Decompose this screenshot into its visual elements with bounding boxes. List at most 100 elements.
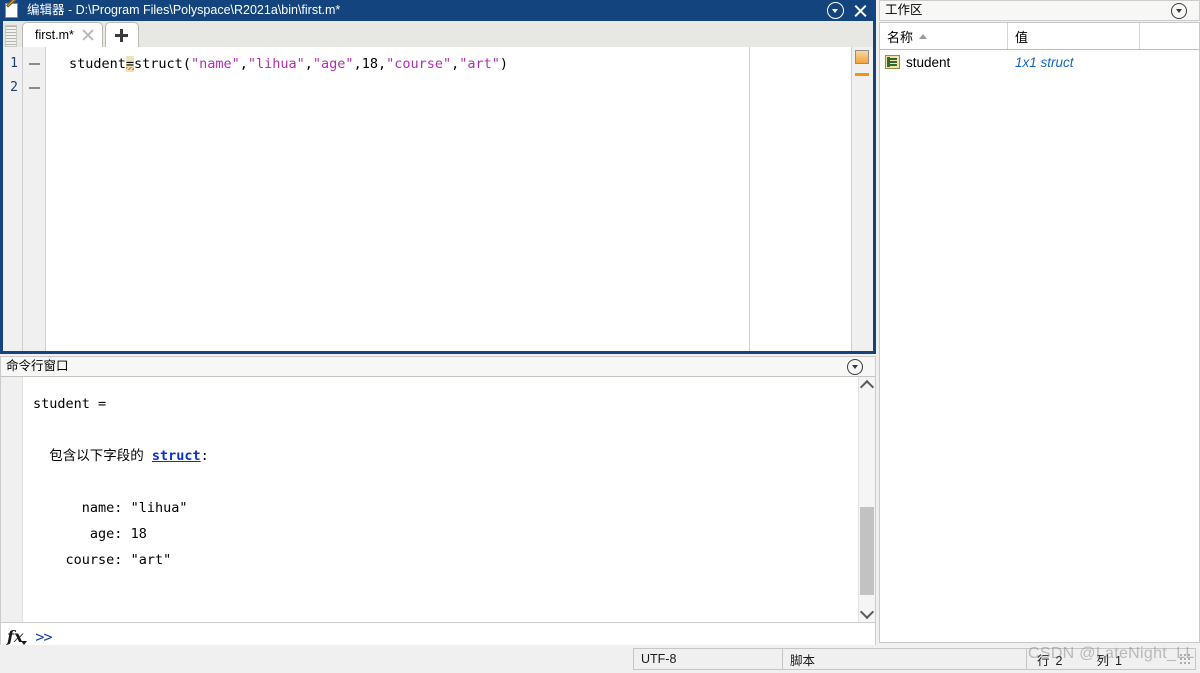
plus-icon [115, 28, 129, 42]
status-row-value: 2 [1055, 653, 1063, 668]
command-window-output[interactable]: student = 包含以下字段的 struct: name: "lihua" … [23, 377, 858, 622]
code-token-comma: , [377, 56, 387, 72]
warning-marker-icon[interactable] [855, 73, 869, 76]
editor-window: 编辑器 - D:\Program Files\Polyspace\R2021a\… [0, 0, 876, 354]
output-variable-line: student = [33, 396, 107, 412]
code-token-comma: , [353, 56, 362, 72]
editor-line-number-gutter: 1 2 [3, 47, 23, 351]
code-token-string: "age" [312, 56, 354, 72]
breakpoint-slot[interactable] [23, 76, 45, 100]
editor-breakpoint-column[interactable] [23, 47, 46, 351]
matlab-editor-icon [4, 0, 21, 19]
new-tab-button[interactable] [104, 22, 139, 47]
output-field-name: course [65, 552, 115, 568]
chevron-down-circle-icon[interactable] [847, 358, 863, 375]
output-blank-line [33, 469, 858, 495]
output-field-line: course: "art" [65, 552, 172, 568]
status-bar: UTF-8 脚本 行 2 列 1 [0, 645, 1200, 673]
status-row-label: 行 [1037, 653, 1050, 668]
output-field-value: "art" [130, 552, 172, 568]
command-window-title: 命令行窗口 [6, 359, 69, 373]
status-column-value: 1 [1114, 653, 1122, 668]
code-analyzer-column[interactable] [851, 47, 873, 351]
output-struct-suffix: : [200, 448, 209, 464]
output-field-name: name [81, 500, 115, 516]
workspace-title: 工作区 [885, 3, 923, 17]
tabstrip-drag-handle[interactable] [5, 25, 17, 47]
editor-titlebar: 编辑器 - D:\Program Files\Polyspace\R2021a\… [0, 0, 876, 21]
status-column-group: 列 1 [1096, 650, 1121, 669]
chevron-down-icon[interactable] [859, 604, 875, 622]
code-token-variable: student [69, 56, 126, 72]
code-token-string: "name" [190, 56, 240, 72]
status-row-column[interactable]: 行 2 列 1 [1026, 648, 1196, 670]
fx-function-icon[interactable]: fx [7, 627, 28, 646]
workspace-column-value[interactable]: 值 [1008, 23, 1140, 49]
code-analyzer-warning-icon[interactable] [855, 50, 869, 64]
code-token-string: "lihua" [247, 56, 305, 72]
workspace-row-student[interactable]: student 1x1 struct [880, 50, 1199, 74]
editor-tabstrip: first.m* [0, 21, 876, 47]
workspace-variable-table: 名称 值 student 1x1 struct [879, 22, 1200, 643]
executable-line-dash-icon [28, 87, 40, 89]
workspace-variable-name: student [906, 54, 951, 70]
breakpoint-slot[interactable] [23, 52, 45, 76]
struct-doc-link[interactable]: struct [152, 448, 201, 464]
output-blank-line [33, 417, 858, 443]
code-line-1[interactable]: student=struct("name","lihua","age",18,"… [46, 52, 851, 76]
status-file-type[interactable]: 脚本 [782, 648, 1027, 670]
close-icon[interactable] [853, 4, 867, 18]
editor-code-area[interactable]: student=struct("name","lihua","age",18,"… [46, 47, 851, 351]
workspace-header: 工作区 [879, 0, 1200, 21]
column-guide-line [749, 47, 750, 351]
workspace-variable-value: 1x1 struct [1015, 54, 1074, 70]
workspace-column-value-label: 值 [1015, 29, 1029, 45]
output-struct-line: 包含以下字段的 struct: [33, 443, 858, 469]
scrollbar-thumb[interactable] [860, 507, 874, 595]
close-icon[interactable] [82, 29, 95, 42]
command-window-scrollbar[interactable] [858, 377, 875, 622]
code-token-paren: ) [499, 56, 509, 72]
editor-titlebar-buttons [827, 2, 876, 19]
chevron-down-circle-icon[interactable] [1171, 2, 1187, 19]
struct-variable-icon [885, 55, 900, 69]
command-window-body: student = 包含以下字段的 struct: name: "lihua" … [0, 377, 876, 622]
output-field-value: 18 [130, 526, 147, 542]
workspace-column-name[interactable]: 名称 [880, 23, 1008, 49]
output-struct-prefix: 包含以下字段的 [33, 448, 152, 464]
line-number: 2 [10, 80, 18, 95]
status-encoding[interactable]: UTF-8 [633, 648, 783, 670]
workspace-panel: 工作区 名称 值 student 1x1 struct [879, 0, 1200, 643]
workspace-column-extra[interactable] [1140, 23, 1199, 49]
workspace-column-name-label: 名称 [887, 29, 914, 45]
code-token-number: 18 [361, 56, 378, 72]
editor-title-text: 编辑器 - D:\Program Files\Polyspace\R2021a\… [27, 3, 341, 17]
output-field-value: "lihua" [130, 500, 188, 516]
code-token-string: "course" [386, 56, 452, 72]
editor-body: 1 2 student=struct("name","lihua","age",… [0, 47, 876, 354]
sort-ascending-icon [919, 33, 928, 39]
output-field-line: name: "lihua" [81, 500, 188, 516]
code-token-string: "art" [459, 56, 500, 72]
chevron-up-icon[interactable] [859, 377, 875, 395]
output-field-line: age: 18 [89, 526, 147, 542]
executable-line-dash-icon [28, 63, 40, 65]
code-token-comma: , [304, 56, 313, 72]
editor-tab-first-m[interactable]: first.m* [22, 22, 103, 47]
status-row-group: 行 2 [1037, 650, 1062, 669]
resize-grip-icon[interactable] [1179, 653, 1192, 666]
command-window-header: 命令行窗口 [0, 356, 876, 377]
code-token-assignment: = [125, 56, 135, 72]
status-column-label: 列 [1096, 653, 1109, 668]
output-field-name: age [89, 526, 115, 542]
workspace-cell-name: student [880, 55, 1008, 70]
code-token-comma: , [239, 56, 248, 72]
code-line-2[interactable] [46, 76, 851, 100]
workspace-column-header: 名称 值 [880, 23, 1199, 50]
command-window: 命令行窗口 student = 包含以下字段的 struct: name: "l… [0, 356, 876, 651]
code-token-function: struct( [134, 56, 191, 72]
command-prompt-symbol: >> [35, 627, 52, 646]
chevron-down-circle-icon[interactable] [827, 2, 844, 19]
editor-tab-label: first.m* [35, 28, 74, 42]
command-window-left-margin [1, 377, 23, 622]
